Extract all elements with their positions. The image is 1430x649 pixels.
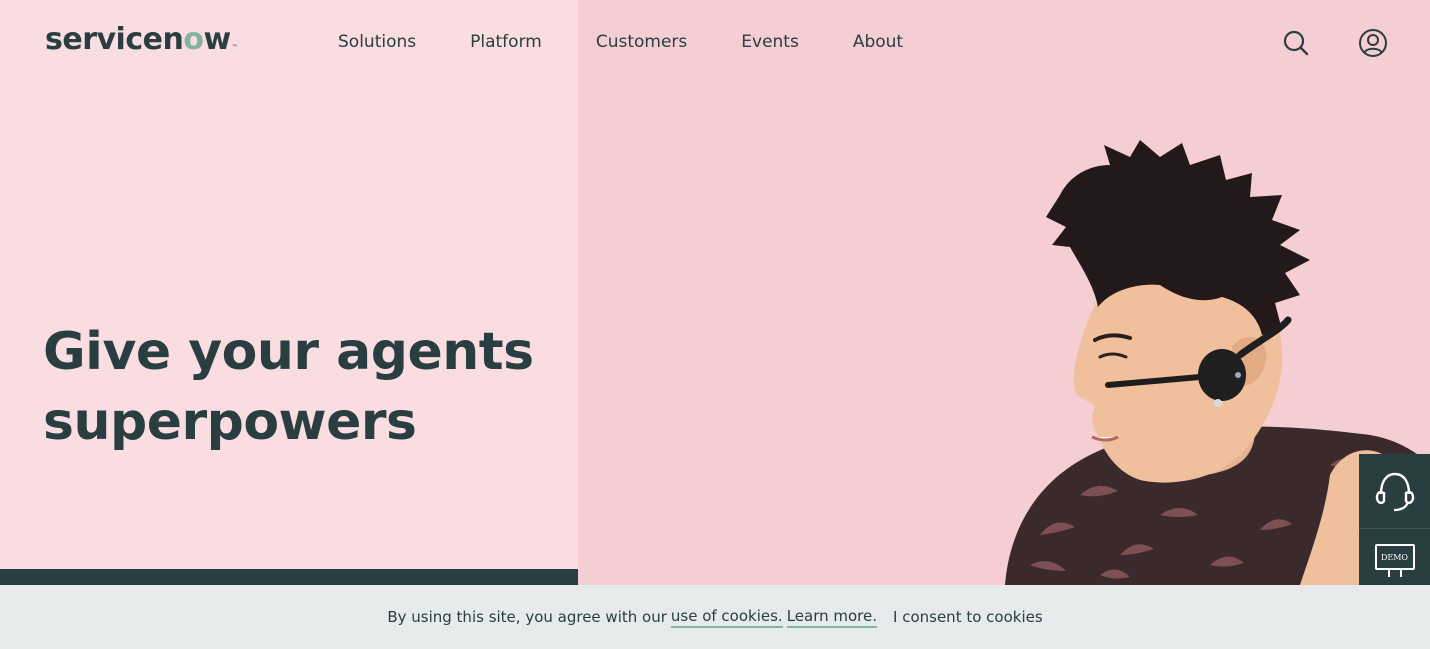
cookies-policy-link[interactable]: use of cookies. <box>670 607 783 628</box>
consent-cookies-button[interactable]: I consent to cookies <box>893 608 1043 626</box>
search-button[interactable] <box>1281 28 1311 58</box>
logo-trademark: ™ <box>231 44 238 51</box>
search-icon <box>1283 30 1309 56</box>
support-button[interactable] <box>1359 454 1430 528</box>
demo-label: DEMO <box>1380 552 1408 562</box>
account-button[interactable] <box>1358 28 1388 58</box>
hero-headline: Give your agents superpowers <box>43 322 534 452</box>
hero-left-panel <box>0 0 578 585</box>
user-account-icon <box>1359 29 1387 57</box>
hero-left-bottom-bar <box>0 569 578 585</box>
logo-text-end: w <box>203 22 231 57</box>
monitor-stand <box>1387 570 1402 577</box>
servicenow-logo[interactable]: servicen o w ™ <box>45 22 238 57</box>
headset-icon <box>1375 472 1414 512</box>
monitor-icon: DEMO <box>1374 544 1415 577</box>
nav-about[interactable]: About <box>853 32 903 52</box>
nav-solutions[interactable]: Solutions <box>338 32 416 52</box>
logo-text-main: servicen <box>45 22 184 57</box>
nav-platform[interactable]: Platform <box>470 32 542 52</box>
cookie-banner: By using this site, you agree with our u… <box>0 585 1430 649</box>
demo-button[interactable]: DEMO <box>1359 528 1430 585</box>
nav-events[interactable]: Events <box>741 32 799 52</box>
nav-customers[interactable]: Customers <box>596 32 687 52</box>
main-nav: Solutions Platform Customers Events Abou… <box>338 32 957 52</box>
cookie-text: By using this site, you agree with our <box>387 608 667 626</box>
learn-more-link[interactable]: Learn more. <box>786 607 878 628</box>
side-widget: DEMO <box>1359 454 1430 585</box>
logo-accent-o: o <box>183 22 204 57</box>
site-header: servicen o w ™ Solutions Platform Customers… <box>0 0 1430 86</box>
